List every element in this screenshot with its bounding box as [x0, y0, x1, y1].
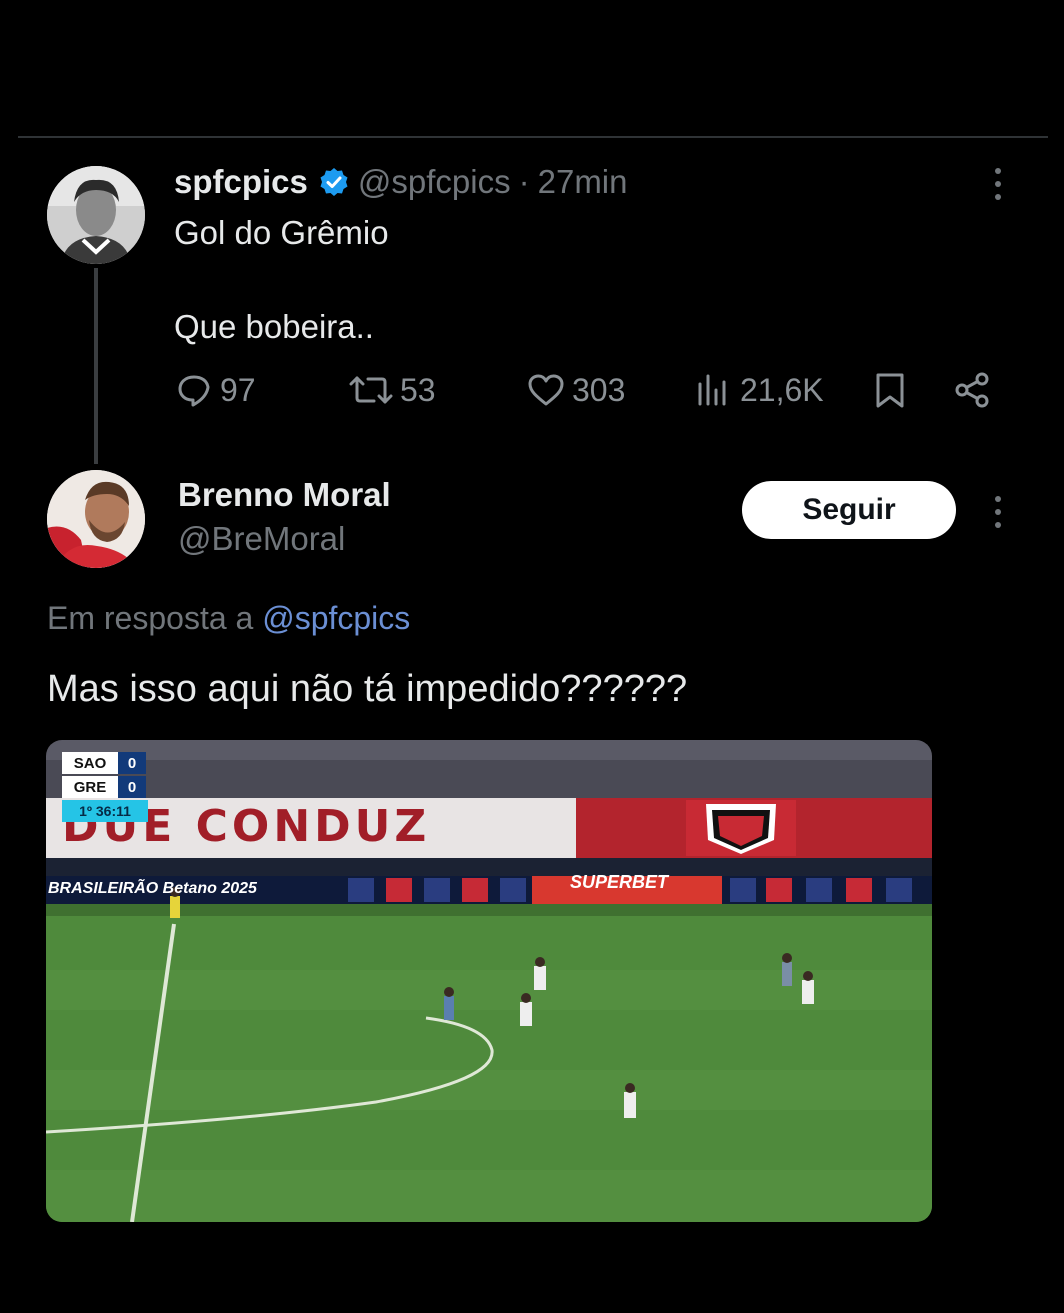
- bookmark-button[interactable]: [870, 368, 916, 412]
- follow-button[interactable]: Seguir: [742, 481, 956, 539]
- heart-icon: [528, 374, 564, 406]
- reply-button[interactable]: 97: [174, 368, 256, 412]
- tweet1-text-line1: Gol do Grêmio: [174, 214, 389, 251]
- top-divider: [18, 136, 1048, 138]
- scoreboard-overlay: SAO 0 GRE 0 1º 36:11: [62, 752, 148, 822]
- bookmark-icon: [876, 373, 904, 408]
- home-team: SAO: [62, 752, 118, 774]
- home-score: 0: [118, 752, 146, 774]
- like-count: 303: [572, 371, 626, 408]
- share-icon: [955, 372, 989, 408]
- verified-badge-icon: [318, 166, 350, 198]
- retweet-count: 53: [400, 371, 436, 408]
- tweet2-author-name[interactable]: Brenno Moral: [178, 476, 391, 514]
- away-team: GRE: [62, 776, 118, 798]
- tweet1-timestamp[interactable]: 27min: [538, 163, 628, 201]
- reply-icon: [178, 375, 210, 407]
- match-clock: 1º 36:11: [62, 800, 148, 822]
- separator-dot: ·: [518, 163, 530, 200]
- tweet1-author-handle[interactable]: @spfcpics: [358, 163, 511, 201]
- like-button[interactable]: 303: [526, 368, 625, 412]
- avatar-spfcpics[interactable]: [47, 166, 145, 264]
- tweet2-author-handle[interactable]: @BreMoral: [178, 520, 345, 558]
- views-count: 21,6K: [740, 371, 824, 408]
- sponsor-board-text: SUPERBET: [570, 872, 669, 892]
- avatar-bremoral[interactable]: [47, 470, 145, 568]
- thread-connector: [94, 268, 98, 464]
- tweet1-more-options-icon[interactable]: [993, 168, 1003, 200]
- retweet-icon: [349, 376, 393, 404]
- views-button[interactable]: 21,6K: [694, 368, 824, 412]
- away-score: 0: [118, 776, 146, 798]
- reply-mention-link[interactable]: @spfcpics: [262, 600, 410, 636]
- share-button[interactable]: [952, 368, 998, 412]
- reply-prefix: Em resposta a: [47, 600, 254, 636]
- tweet1-text-line2: Que bobeira..: [174, 308, 374, 345]
- tweet2-text: Mas isso aqui não tá impedido??????: [47, 668, 688, 710]
- retweet-button[interactable]: 53: [348, 368, 436, 412]
- reply-context: Em resposta a @spfcpics: [47, 600, 410, 637]
- league-board-text: BRASILEIRÃO Betano 2025: [48, 880, 257, 897]
- tweet1-author-name[interactable]: spfcpics: [174, 163, 308, 201]
- reply-count: 97: [220, 371, 256, 408]
- views-chart-icon: [698, 374, 726, 406]
- tweet1-header: spfcpics @spfcpics · 27min: [174, 160, 628, 204]
- tweet2-more-options-icon[interactable]: [993, 496, 1003, 528]
